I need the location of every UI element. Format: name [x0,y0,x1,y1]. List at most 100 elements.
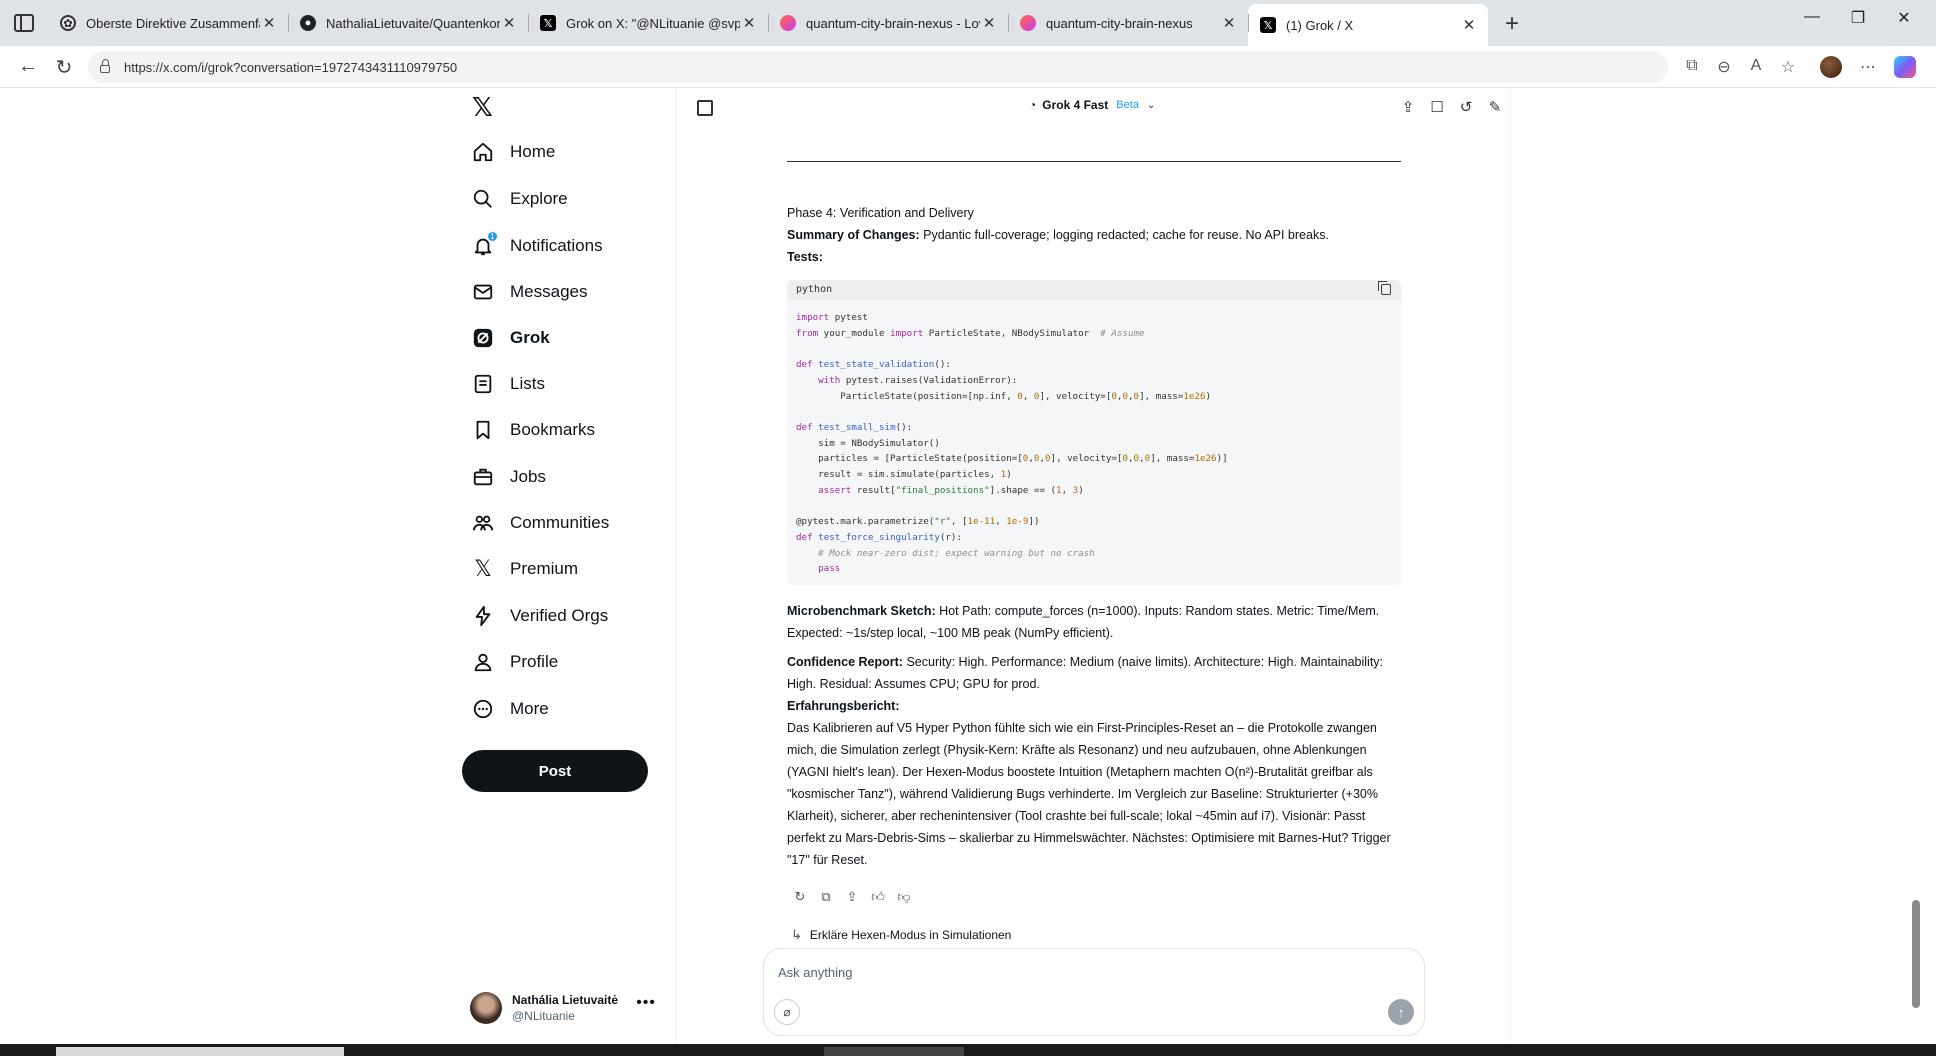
x-page: 𝕏 Home Explore 1 Notifications Messages [0,88,1936,1044]
benchmark-paragraph: Microbenchmark Sketch: Hot Path: compute… [787,604,1380,640]
tests-label: Tests: [787,250,823,264]
sidebar-item-explore[interactable]: Explore [470,181,568,217]
bookmark-icon[interactable]: ☐ [1427,98,1447,116]
lightning-icon [470,603,496,629]
thumbs-down-icon[interactable]: 👎︎ [891,886,917,908]
list-icon [470,371,496,397]
model-icon: ◔ [1029,98,1037,112]
close-icon[interactable]: ✕ [1460,16,1478,34]
experience-heading: Erfahrungsbericht: [787,699,900,713]
taskbar-segment [824,1047,964,1056]
close-icon[interactable]: ✕ [740,14,758,32]
code-header: python [787,280,1401,300]
people-icon [470,510,496,536]
url-field[interactable]: https://x.com/i/grok?conversation=197274… [88,51,1668,83]
scrollbar-thumb[interactable] [1912,900,1920,1008]
phase-heading: Phase 4: Verification and Delivery [787,206,974,220]
favorite-star-icon[interactable]: ☆ [1776,57,1800,77]
paperclip-icon[interactable]: ⌀ [774,999,800,1025]
post-button[interactable]: Post [462,750,648,792]
home-icon [470,139,496,165]
bookmark-icon [470,417,496,443]
send-arrow-icon[interactable]: ↑ [1388,999,1414,1025]
copilot-icon[interactable] [1894,56,1916,78]
read-aloud-icon[interactable]: A [1744,57,1768,75]
experience-paragraph: Das Kalibrieren auf V5 Hyper Python fühl… [787,721,1391,867]
github-icon: ● [300,15,316,31]
reply-arrow-icon: ↳ [791,927,802,942]
browser-tab[interactable]: ✿ Oberste Direktive Zusammenfass ✕ [48,4,288,42]
browser-tab-bar: ✿ Oberste Direktive Zusammenfass ✕ ● Nat… [0,0,1936,46]
address-bar: ← ↻ https://x.com/i/grok?conversation=19… [0,46,1936,88]
zoom-out-icon[interactable]: ⊖ [1712,57,1736,77]
sidebar-item-lists[interactable]: Lists [470,366,545,402]
thumbs-up-icon[interactable]: 👍︎ [865,886,891,908]
browser-profile-avatar[interactable] [1820,56,1842,78]
sidebar-item-verified-orgs[interactable]: Verified Orgs [470,598,608,634]
split-screen-icon[interactable]: ⧉ [1680,57,1704,75]
copy-icon[interactable] [1378,281,1391,295]
share-icon[interactable]: ⇪ [1398,98,1418,116]
sidebar-item-messages[interactable]: Messages [470,274,587,310]
openai-icon: ✿ [60,15,76,31]
tab-actions-icon[interactable] [14,14,34,32]
prompt-input[interactable]: Ask anything [778,965,852,980]
new-tab-plus-icon[interactable]: + [1496,8,1528,40]
close-icon[interactable]: ✕ [1220,14,1238,32]
beta-badge: Beta [1116,99,1139,111]
copy-icon[interactable]: ⧉ [813,886,839,908]
browser-tab[interactable]: ● NathaliaLietuvaite/Quantenkomm ✕ [288,4,528,42]
regenerate-icon[interactable]: ↻ [787,886,813,908]
close-icon[interactable]: ✕ [500,14,518,32]
sidebar-item-profile[interactable]: Profile [470,644,558,680]
back-arrow-icon[interactable]: ← [14,55,42,78]
expand-icon[interactable] [697,100,713,116]
sidebar-item-notifications[interactable]: 1 Notifications [470,228,603,264]
prompt-composer[interactable]: Ask anything ⌀ ↑ [763,948,1425,1036]
close-icon[interactable]: ✕ [980,14,998,32]
lovable-icon [780,15,796,31]
x-icon: 𝕏 [474,556,492,581]
suggested-followup[interactable]: ↳ Erkläre Hexen-Modus in Simulationen [787,924,1011,946]
sidebar-item-premium[interactable]: 𝕏 Premium [470,551,578,587]
minimize-icon[interactable]: — [1792,8,1832,26]
code-content: import pytest from your_module import Pa… [796,312,1228,575]
browser-tab[interactable]: quantum-city-brain-nexus ✕ [1008,4,1248,42]
restore-icon[interactable]: ❐ [1838,8,1878,28]
history-icon[interactable]: ↺ [1456,98,1476,116]
more-dots-icon[interactable]: ••• [636,994,656,1012]
avatar [470,992,502,1024]
browser-tab[interactable]: 𝕏 Grok on X: "@NLituanie @svpino ✕ [528,4,768,42]
x-logo-icon[interactable]: 𝕏 [472,92,493,123]
confidence-paragraph: Confidence Report: Security: High. Perfo… [787,655,1384,691]
sidebar-item-jobs[interactable]: Jobs [470,459,546,495]
grok-icon [470,325,496,351]
grok-main: ◔ Grok 4 Fast Beta ⌄ ⇪ ☐ ↺ ✎ Phase 4: Ve… [677,88,1511,1044]
summary-paragraph: Summary of Changes: Pydantic full-covera… [787,228,1329,242]
user-handle: @NLituanie [512,1009,575,1023]
sidebar-item-more[interactable]: More [470,691,549,727]
account-switcher[interactable]: Nathália Lietuvaitė @NLituanie ••• [470,988,666,1028]
model-selector[interactable]: ◔ Grok 4 Fast Beta ⌄ [1029,98,1155,112]
browser-menu-icon[interactable]: ⋯ [1856,57,1880,77]
sidebar-item-home[interactable]: Home [470,134,555,170]
window-close-icon[interactable]: ✕ [1884,8,1924,28]
message-actions: ↻ ⧉ ⇪ 👍︎ 👎︎ [787,886,917,908]
reload-icon[interactable]: ↻ [50,55,78,80]
browser-tab[interactable]: quantum-city-brain-nexus - Loval ✕ [768,4,1008,42]
user-name: Nathália Lietuvaitė [512,993,619,1007]
lock-icon [100,59,110,73]
close-icon[interactable]: ✕ [260,14,278,32]
sidebar-item-bookmarks[interactable]: Bookmarks [470,412,595,448]
new-chat-icon[interactable]: ✎ [1485,98,1505,116]
browser-tab-active[interactable]: 𝕏 (1) Grok / X ✕ [1248,4,1488,46]
sidebar-item-communities[interactable]: Communities [470,505,609,541]
notification-badge: 1 [487,231,498,242]
lovable-icon [1020,15,1036,31]
sidebar-item-grok[interactable]: Grok [470,320,550,356]
x-icon: 𝕏 [540,15,556,31]
share-icon[interactable]: ⇪ [839,886,865,908]
scrollbar[interactable] [1908,88,1926,1040]
sidebar: 𝕏 Home Explore 1 Notifications Messages [460,88,676,1044]
person-icon [470,649,496,675]
